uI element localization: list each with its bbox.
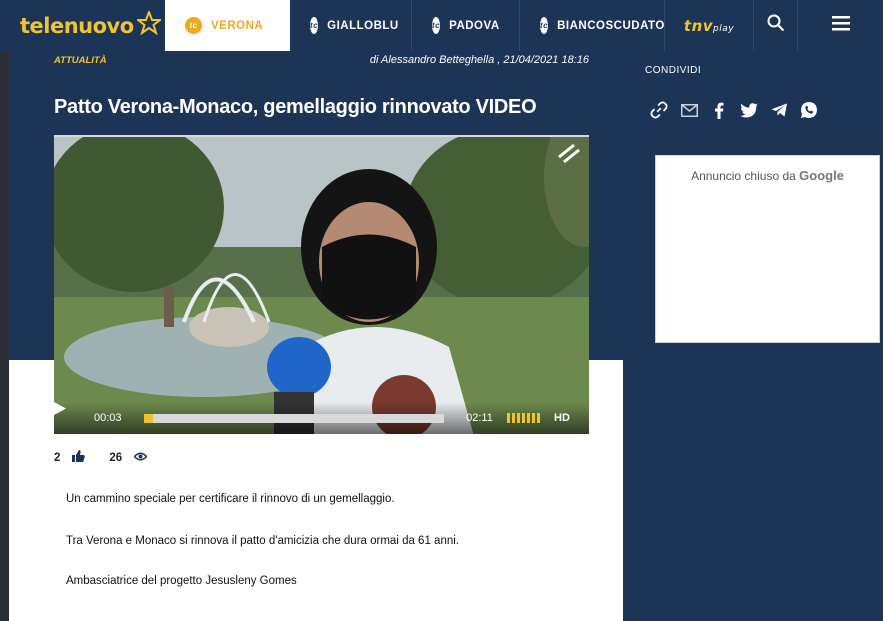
article-byline: di Alessandro Betteghella , 21/04/2021 1… <box>369 54 589 66</box>
search-icon <box>767 14 785 37</box>
whatsapp-icon[interactable] <box>800 100 818 120</box>
mail-icon[interactable] <box>680 100 698 120</box>
thumbs-up-icon[interactable] <box>72 450 86 465</box>
volume-bar <box>537 413 540 423</box>
ad-slot: Annuncio chiuso da Google <box>655 155 880 343</box>
ad-closed-text: Annuncio chiuso da <box>691 169 796 183</box>
volume-bar <box>532 413 535 423</box>
current-time: 00:03 <box>94 412 122 424</box>
eye-icon <box>133 452 148 464</box>
volume-bar <box>527 413 530 423</box>
hamburger-menu-icon <box>831 15 850 36</box>
tc-badge-icon: tc <box>185 17 202 34</box>
nav-tab-biancoscudato[interactable]: tc BIANCOSCUDATO <box>520 0 665 51</box>
article-paragraph: Un cammino speciale per certificare il r… <box>66 493 395 505</box>
progress-bar[interactable] <box>144 413 444 423</box>
article-category[interactable]: ATTUALITÀ <box>54 55 107 66</box>
views-count: 26 <box>109 451 123 464</box>
ad-closed-message: Annuncio chiuso da Google <box>656 168 879 183</box>
nav-tab-verona[interactable]: tc VERONA <box>165 0 290 51</box>
article-title: Patto Verona-Monaco, gemellaggio rinnova… <box>54 96 537 118</box>
article-paragraph: Tra Verona e Monaco si rinnova il patto … <box>66 535 459 547</box>
article-paragraph: Ambasciatrice del progetto Jesusleny Gom… <box>66 575 297 587</box>
logo-text: telenuovo <box>20 13 134 38</box>
volume-bar <box>522 413 525 423</box>
volume-bar <box>507 413 510 423</box>
nav-tab-label: BIANCOSCUDATO <box>557 19 665 32</box>
volume-control[interactable] <box>507 413 540 423</box>
twitter-icon[interactable] <box>740 100 758 120</box>
total-time: 02:11 <box>466 412 493 424</box>
telenuovo-logo[interactable]: telenuovo <box>0 0 165 51</box>
search-button[interactable] <box>754 0 798 51</box>
tnvplay-logo: tnvplay <box>684 17 734 35</box>
telegram-icon[interactable] <box>770 100 788 120</box>
article-stats: 2 26 <box>54 450 148 465</box>
video-player[interactable]: 00:03 02:11 HD <box>54 135 589 434</box>
top-navigation: telenuovo tc VERONA tc GIALLOBLU tc PADO… <box>0 0 883 51</box>
facebook-icon[interactable] <box>710 100 728 120</box>
volume-bar <box>517 413 520 423</box>
tnvplay-sub: play <box>713 23 735 34</box>
tc-badge-icon: tc <box>310 17 319 34</box>
share-icons <box>650 100 818 120</box>
left-edge <box>0 51 9 621</box>
star-icon <box>134 9 163 40</box>
share-title: CONDIVIDI <box>645 65 702 76</box>
link-icon[interactable] <box>650 100 668 120</box>
tc-badge-icon: tc <box>432 17 441 34</box>
volume-bar <box>512 413 515 423</box>
nav-tab-label: GIALLOBLU <box>327 19 399 32</box>
video-frame <box>54 137 589 434</box>
nav-tab-label: VERONA <box>211 19 264 32</box>
likes-count: 2 <box>54 451 61 464</box>
tnvplay-main: tnv <box>683 16 714 35</box>
menu-button[interactable] <box>798 0 883 51</box>
progress-fill <box>144 413 153 423</box>
nav-tab-label: PADOVA <box>449 19 500 32</box>
quality-button[interactable]: HD <box>554 412 570 424</box>
tc-badge-icon: tc <box>540 17 549 34</box>
nav-tab-padova[interactable]: tc PADOVA <box>412 0 520 51</box>
video-controls: 00:03 02:11 HD <box>54 402 589 434</box>
nav-tab-tnvplay[interactable]: tnvplay <box>665 0 754 51</box>
google-logo: Google <box>799 168 844 183</box>
nav-tab-gialloblu[interactable]: tc GIALLOBLU <box>290 0 412 51</box>
